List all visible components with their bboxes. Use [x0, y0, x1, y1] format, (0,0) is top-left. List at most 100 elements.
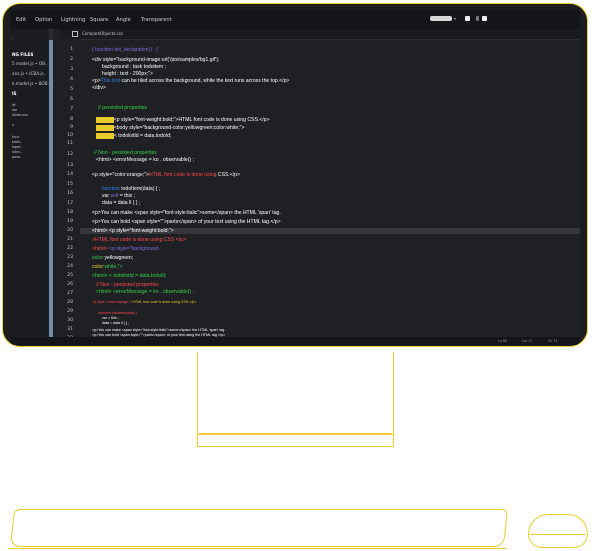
window-icon[interactable]	[482, 16, 487, 21]
code-token: HTML font code is done using CSS.</p>	[132, 300, 197, 304]
sidebar-item[interactable]: pose..	[12, 155, 22, 159]
chevron-down-icon[interactable]: ▾	[454, 16, 456, 21]
code-token: <p style="color:orange;">	[92, 300, 133, 304]
menu-option[interactable]: Option	[35, 17, 52, 23]
menu-angle[interactable]: Angle	[116, 17, 131, 23]
line-number: 26	[67, 282, 73, 287]
line-number: 23	[67, 255, 73, 260]
code-comment: // persisted properties	[98, 105, 147, 111]
line-number: 24	[67, 264, 73, 269]
mouse-seam	[530, 534, 586, 535]
code-line: var self = this ;	[102, 193, 135, 199]
code-line: <p>You can make <span style="font-style:…	[92, 328, 226, 332]
code-token: color:	[92, 255, 105, 261]
line-number: 19	[67, 219, 73, 224]
line-number: 29	[67, 309, 73, 314]
code-line: <html> < todolistId = data.todoId;	[92, 273, 167, 279]
code-token: This text	[100, 78, 121, 84]
sidebar-item[interactable]: id:	[12, 103, 16, 107]
code-token: = this ;	[118, 193, 135, 199]
status-char: Ch 74	[548, 339, 558, 343]
file-sidebar: : NG FILES 5 model.js • OB.. ans.js • IC…	[10, 29, 50, 345]
code-line: <html> <errorMessage = ko . observable()…	[96, 157, 194, 163]
code-line: data = data ll { } ;	[102, 321, 130, 325]
status-bar: Ln 88 Col 17 Ch 74	[10, 337, 580, 345]
code-line: </div>	[92, 85, 106, 91]
code-line: var = this ;	[102, 316, 119, 320]
code-token: <p>	[92, 78, 101, 84]
code-line: <html> <errorMessage = ko . observable()…	[96, 289, 194, 295]
code-token: can be tiled across the background, whil…	[120, 78, 290, 84]
code-line: background : task todoitem ;	[102, 64, 166, 70]
sidebar-item[interactable]: s	[12, 123, 14, 127]
line-number: 21	[67, 237, 73, 242]
sidebar-item: :	[12, 35, 14, 40]
sidebar-item[interactable]: func.	[12, 135, 20, 139]
sidebar-item[interactable]: 5 model.js • OB..	[12, 61, 48, 66]
code-token: CSS.</p>	[216, 172, 240, 178]
code-token: <p style="color:orange;">	[92, 172, 149, 178]
code-line: >HTML font code is done using CSS </p>	[92, 237, 186, 243]
code-line: <p>You can bold <span style="">parts</sp…	[92, 219, 281, 225]
line-number: 5	[70, 87, 73, 92]
code-line: <div style="background-image:url('/pix/s…	[92, 57, 220, 63]
status-column: Col 17	[522, 339, 533, 343]
sidebar-item[interactable]: folder.sss	[12, 113, 28, 117]
sidebar-item[interactable]: ion	[12, 108, 17, 112]
code-line: data = data ll { } ;	[102, 200, 141, 206]
line-number: 9	[70, 125, 73, 130]
code-line: <p>You can make <span style="font-style:…	[92, 210, 281, 216]
keyboard-rim	[8, 538, 506, 549]
search-field[interactable]	[430, 16, 452, 21]
menu-square[interactable]: Square	[90, 17, 108, 23]
line-number: 25	[67, 273, 73, 278]
sidebar-item[interactable]: loper..	[12, 145, 23, 149]
line-number: 17	[67, 201, 73, 206]
line-number: 15	[67, 182, 73, 187]
code-highlight: xxxxxxx	[96, 125, 114, 131]
toggle-icon[interactable]	[465, 16, 470, 21]
line-number: 10	[67, 133, 73, 138]
menu-edit[interactable]: Edit	[16, 17, 26, 23]
line-number: 1	[70, 47, 73, 52]
sidebar-scroll-thumb[interactable]	[49, 40, 53, 340]
tab-bar: CompareObjects.css	[60, 29, 580, 40]
mouse	[528, 514, 588, 548]
tab-compareobjects[interactable]: CompareObjects.css	[82, 31, 123, 36]
code-token: var	[102, 193, 111, 199]
code-line: <html> <p style="background-	[92, 246, 160, 252]
sidebar-item[interactable]: k.model.js • BOB..	[12, 81, 50, 86]
code-token: <p style="font-weight:bold;">HTML font c…	[113, 117, 270, 123]
line-number: 14	[67, 172, 73, 177]
editor-screen: Edit Option Lightning Square Angle Trans…	[10, 10, 580, 345]
code-token: <body style="background-color:yellowgree…	[113, 125, 245, 131]
file-icon	[72, 31, 78, 37]
line-number: 13	[67, 163, 73, 168]
code-line: function todoItem(data) { ;	[102, 186, 160, 192]
code-line: height : text - 200px;">	[102, 71, 153, 77]
code-line: <p style="color:orange;">HTML font code …	[92, 172, 240, 178]
sidebar-heading: NG FILES	[12, 52, 34, 57]
code-token: HTML font code is done using	[149, 172, 217, 178]
sidebar-item[interactable]: ans.js • ICBA.js..	[12, 71, 46, 76]
line-number: 6	[70, 97, 73, 102]
line-number: 22	[67, 246, 73, 251]
sidebar-heading: IS	[12, 91, 17, 96]
code-token: white;">	[104, 264, 123, 270]
sidebar-item[interactable]: slice..	[12, 150, 22, 154]
code-highlight: xxxxxxx	[96, 133, 114, 139]
menubar: Edit Option Lightning Square Angle Trans…	[10, 10, 580, 29]
monitor-stand	[197, 352, 394, 435]
line-number: 7	[70, 107, 73, 112]
line-number: 20	[67, 228, 73, 233]
code-token: color:	[92, 264, 105, 270]
status-line: Ln 88	[498, 339, 507, 343]
menu-lightning[interactable]: Lightning	[61, 17, 85, 23]
sidebar-item[interactable]: tadd..	[12, 140, 22, 144]
code-token: function	[102, 186, 120, 192]
line-number: 12	[67, 152, 73, 157]
line-number: 11	[67, 141, 73, 146]
code-line: color:yellowgreen;	[92, 255, 133, 261]
menu-transparent[interactable]: Transparent	[141, 17, 172, 23]
code-line: xxxxxxx<p style="font-weight:bold;">HTML…	[96, 117, 269, 123]
